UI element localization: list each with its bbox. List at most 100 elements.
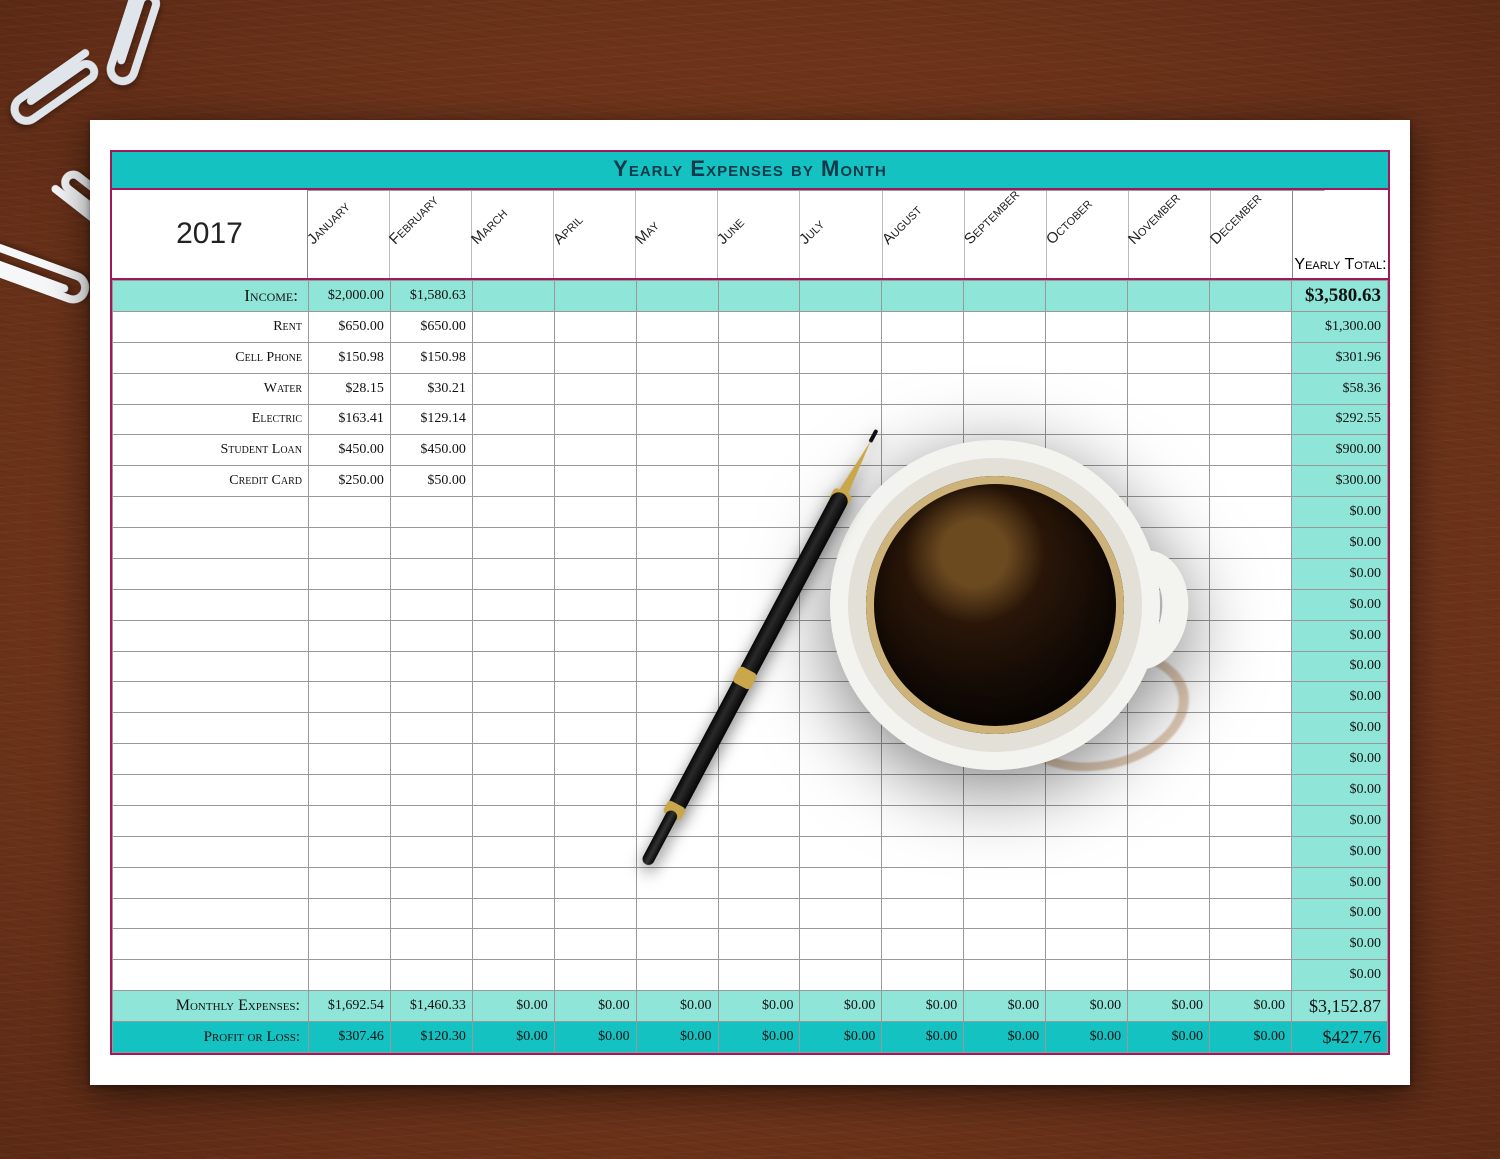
cell[interactable]: $1,692.54 bbox=[309, 991, 391, 1022]
cell[interactable] bbox=[1209, 713, 1291, 744]
cell[interactable] bbox=[882, 281, 964, 312]
cell[interactable] bbox=[1128, 404, 1210, 435]
cell[interactable] bbox=[882, 373, 964, 404]
cell[interactable] bbox=[718, 836, 800, 867]
cell[interactable] bbox=[636, 929, 718, 960]
cell[interactable] bbox=[472, 466, 554, 497]
cell[interactable] bbox=[472, 867, 554, 898]
cell[interactable] bbox=[718, 342, 800, 373]
cell[interactable] bbox=[718, 744, 800, 775]
cell[interactable] bbox=[718, 528, 800, 559]
cell[interactable] bbox=[554, 836, 636, 867]
cell[interactable] bbox=[472, 435, 554, 466]
cell[interactable] bbox=[718, 373, 800, 404]
cell[interactable]: $2,000.00 bbox=[309, 281, 391, 312]
cell[interactable] bbox=[800, 373, 882, 404]
cell[interactable] bbox=[309, 497, 391, 528]
cell[interactable]: $0.00 bbox=[882, 991, 964, 1022]
cell[interactable] bbox=[309, 867, 391, 898]
cell[interactable] bbox=[1209, 651, 1291, 682]
cell[interactable] bbox=[554, 558, 636, 589]
cell[interactable] bbox=[554, 929, 636, 960]
cell[interactable] bbox=[1128, 805, 1210, 836]
cell[interactable] bbox=[964, 836, 1046, 867]
cell[interactable] bbox=[1209, 558, 1291, 589]
cell[interactable] bbox=[1128, 311, 1210, 342]
cell[interactable] bbox=[1209, 404, 1291, 435]
cell[interactable]: $28.15 bbox=[309, 373, 391, 404]
cell[interactable] bbox=[390, 682, 472, 713]
cell[interactable] bbox=[554, 497, 636, 528]
cell[interactable] bbox=[1046, 805, 1128, 836]
cell[interactable] bbox=[554, 466, 636, 497]
cell[interactable] bbox=[1209, 929, 1291, 960]
cell[interactable] bbox=[472, 929, 554, 960]
cell[interactable] bbox=[390, 898, 472, 929]
cell[interactable] bbox=[1046, 281, 1128, 312]
cell[interactable] bbox=[1209, 497, 1291, 528]
cell[interactable] bbox=[636, 651, 718, 682]
cell[interactable] bbox=[554, 311, 636, 342]
cell[interactable]: $650.00 bbox=[390, 311, 472, 342]
cell[interactable] bbox=[636, 435, 718, 466]
cell[interactable]: $163.41 bbox=[309, 404, 391, 435]
cell[interactable] bbox=[1046, 342, 1128, 373]
cell[interactable] bbox=[390, 744, 472, 775]
cell[interactable] bbox=[718, 497, 800, 528]
cell[interactable] bbox=[1209, 435, 1291, 466]
cell[interactable] bbox=[636, 960, 718, 991]
cell[interactable] bbox=[472, 589, 554, 620]
cell[interactable] bbox=[964, 775, 1046, 806]
cell[interactable] bbox=[472, 805, 554, 836]
cell[interactable] bbox=[800, 898, 882, 929]
cell[interactable] bbox=[1046, 404, 1128, 435]
cell[interactable] bbox=[718, 281, 800, 312]
cell[interactable] bbox=[554, 281, 636, 312]
cell[interactable] bbox=[882, 898, 964, 929]
cell[interactable] bbox=[472, 620, 554, 651]
cell[interactable] bbox=[472, 558, 554, 589]
cell[interactable]: $0.00 bbox=[1128, 991, 1210, 1022]
cell[interactable] bbox=[1046, 960, 1128, 991]
cell[interactable] bbox=[554, 713, 636, 744]
cell[interactable] bbox=[1128, 775, 1210, 806]
cell[interactable]: $0.00 bbox=[1209, 1022, 1291, 1053]
cell[interactable] bbox=[472, 404, 554, 435]
cell[interactable] bbox=[800, 960, 882, 991]
cell[interactable]: $129.14 bbox=[390, 404, 472, 435]
cell[interactable] bbox=[800, 404, 882, 435]
cell[interactable] bbox=[390, 960, 472, 991]
cell[interactable] bbox=[1046, 373, 1128, 404]
cell[interactable] bbox=[472, 836, 554, 867]
cell[interactable] bbox=[1128, 836, 1210, 867]
cell[interactable] bbox=[472, 497, 554, 528]
cell[interactable] bbox=[636, 311, 718, 342]
cell[interactable]: $0.00 bbox=[1128, 1022, 1210, 1053]
cell[interactable] bbox=[309, 898, 391, 929]
cell[interactable] bbox=[309, 836, 391, 867]
cell[interactable] bbox=[882, 836, 964, 867]
cell[interactable]: $0.00 bbox=[964, 1022, 1046, 1053]
cell[interactable]: $30.21 bbox=[390, 373, 472, 404]
cell[interactable]: $0.00 bbox=[472, 1022, 554, 1053]
cell[interactable] bbox=[554, 960, 636, 991]
cell[interactable] bbox=[309, 528, 391, 559]
cell[interactable] bbox=[472, 311, 554, 342]
cell[interactable] bbox=[390, 558, 472, 589]
cell[interactable] bbox=[390, 805, 472, 836]
cell[interactable] bbox=[309, 960, 391, 991]
cell[interactable] bbox=[472, 651, 554, 682]
cell[interactable]: $0.00 bbox=[1046, 1022, 1128, 1053]
cell[interactable] bbox=[1209, 960, 1291, 991]
cell[interactable] bbox=[309, 805, 391, 836]
cell[interactable] bbox=[1209, 589, 1291, 620]
cell[interactable] bbox=[472, 744, 554, 775]
cell[interactable] bbox=[882, 311, 964, 342]
cell[interactable] bbox=[636, 589, 718, 620]
cell[interactable] bbox=[554, 435, 636, 466]
cell[interactable] bbox=[309, 682, 391, 713]
cell[interactable] bbox=[554, 404, 636, 435]
cell[interactable] bbox=[1046, 311, 1128, 342]
cell[interactable] bbox=[1209, 281, 1291, 312]
cell[interactable] bbox=[718, 960, 800, 991]
